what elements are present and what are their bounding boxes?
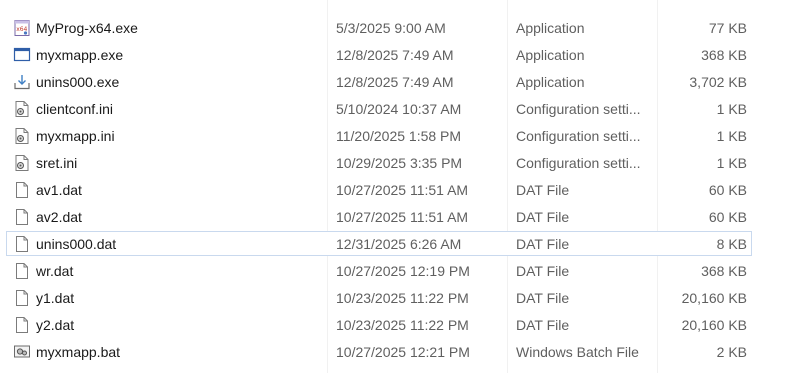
config-file-icon: [13, 127, 31, 145]
date-modified: 10/23/2025 11:22 PM: [336, 290, 469, 306]
blank-file-icon: [13, 289, 31, 307]
file-row[interactable]: y2.dat 10/23/2025 11:22 PM DAT File 20,160 …: [6, 312, 752, 337]
file-row[interactable]: sret.ini 10/29/2025 3:35 PM Configuration …: [6, 150, 752, 175]
file-size: 60 KB: [708, 209, 747, 225]
batch-file-icon: [13, 343, 31, 361]
file-type: Application: [516, 47, 585, 63]
date-modified: 12/8/2025 7:49 AM: [336, 47, 454, 63]
date-modified: 5/3/2025 9:00 AM: [336, 20, 446, 36]
file-size: 1 KB: [716, 155, 747, 171]
file-row[interactable]: myxmapp.exe 12/8/2025 7:49 AM Application 3…: [6, 42, 752, 67]
file-type: Configuration setti...: [516, 128, 641, 144]
file-row[interactable]: unins000.exe 12/8/2025 7:49 AM Application…: [6, 69, 752, 94]
date-modified: 11/20/2025 1:58 PM: [336, 128, 462, 144]
program-app-icon: x64: [13, 19, 31, 37]
file-type: Configuration setti...: [516, 155, 641, 171]
date-modified: 10/27/2025 12:19 PM: [336, 263, 470, 279]
file-type: DAT File: [516, 236, 570, 252]
blank-file-icon: [13, 235, 31, 253]
config-file-icon: [13, 154, 31, 172]
file-size: 20,160 KB: [681, 290, 747, 306]
date-modified: 10/27/2025 11:51 AM: [336, 182, 469, 198]
file-row[interactable]: myxmapp.ini 11/20/2025 1:58 PM Configurati…: [6, 123, 752, 148]
file-row[interactable]: clientconf.ini 5/10/2024 10:37 AM Configur…: [6, 96, 752, 121]
date-modified: 5/10/2024 10:37 AM: [336, 101, 462, 117]
file-row[interactable]: x64 MyProg-x64.exe 5/3/2025 9:00 AM Applica…: [6, 15, 752, 40]
file-name: clientconf.ini: [36, 101, 114, 117]
file-row[interactable]: av2.dat 10/27/2025 11:51 AM DAT File 60 KB: [6, 204, 752, 229]
file-name: sret.ini: [36, 155, 78, 171]
file-row[interactable]: y1.dat 10/23/2025 11:22 PM DAT File 20,160 …: [6, 285, 752, 310]
file-type: Configuration setti...: [516, 101, 641, 117]
file-type: Application: [516, 20, 585, 36]
window-app-icon: [13, 46, 31, 64]
file-name: av2.dat: [36, 209, 82, 225]
file-size: 77 KB: [708, 20, 747, 36]
file-size: 8 KB: [716, 236, 747, 252]
blank-file-icon: [13, 316, 31, 334]
blank-file-icon: [13, 262, 31, 280]
file-name: MyProg-x64.exe: [36, 20, 138, 36]
file-size: 1 KB: [716, 128, 747, 144]
file-name: wr.dat: [36, 263, 74, 279]
file-name: y2.dat: [36, 317, 75, 333]
file-size: 2 KB: [716, 344, 747, 360]
date-modified: 10/23/2025 11:22 PM: [336, 317, 469, 333]
file-type: DAT File: [516, 209, 570, 225]
file-name: myxmapp.ini: [36, 128, 115, 144]
date-modified: 10/27/2025 12:21 PM: [336, 344, 470, 360]
file-row[interactable]: av1.dat 10/27/2025 11:51 AM DAT File 60 KB: [6, 177, 752, 202]
blank-file-icon: [13, 181, 31, 199]
date-modified: 12/8/2025 7:49 AM: [336, 74, 454, 90]
file-size: 20,160 KB: [681, 317, 747, 333]
date-modified: 10/27/2025 11:51 AM: [336, 209, 469, 225]
file-name: myxmapp.exe: [36, 47, 124, 63]
file-type: DAT File: [516, 290, 570, 306]
file-name: av1.dat: [36, 182, 82, 198]
file-type: DAT File: [516, 317, 570, 333]
file-size: 368 KB: [701, 263, 747, 279]
file-name: unins000.exe: [36, 74, 120, 90]
blank-file-icon: [13, 208, 31, 226]
file-type: Application: [516, 74, 585, 90]
file-row[interactable]: unins000.dat 12/31/2025 6:26 AM DAT File 8 …: [6, 231, 752, 256]
config-file-icon: [13, 100, 31, 118]
date-modified: 10/29/2025 3:35 PM: [336, 155, 463, 171]
file-type: DAT File: [516, 263, 570, 279]
file-row[interactable]: wr.dat 10/27/2025 12:19 PM DAT File 368 KB: [6, 258, 752, 283]
file-type: DAT File: [516, 182, 570, 198]
file-name: y1.dat: [36, 290, 75, 306]
file-size: 368 KB: [701, 47, 747, 63]
date-modified: 12/31/2025 6:26 AM: [336, 236, 462, 252]
file-type: Windows Batch File: [516, 344, 639, 360]
file-name: unins000.dat: [36, 236, 117, 252]
file-size: 60 KB: [708, 182, 747, 198]
file-name: myxmapp.bat: [36, 344, 121, 360]
file-size: 3,702 KB: [689, 74, 747, 90]
file-size: 1 KB: [716, 101, 747, 117]
file-row[interactable]: myxmapp.bat 10/27/2025 12:21 PM Windows Ba…: [6, 339, 752, 364]
uninstall-app-icon: [13, 73, 31, 91]
